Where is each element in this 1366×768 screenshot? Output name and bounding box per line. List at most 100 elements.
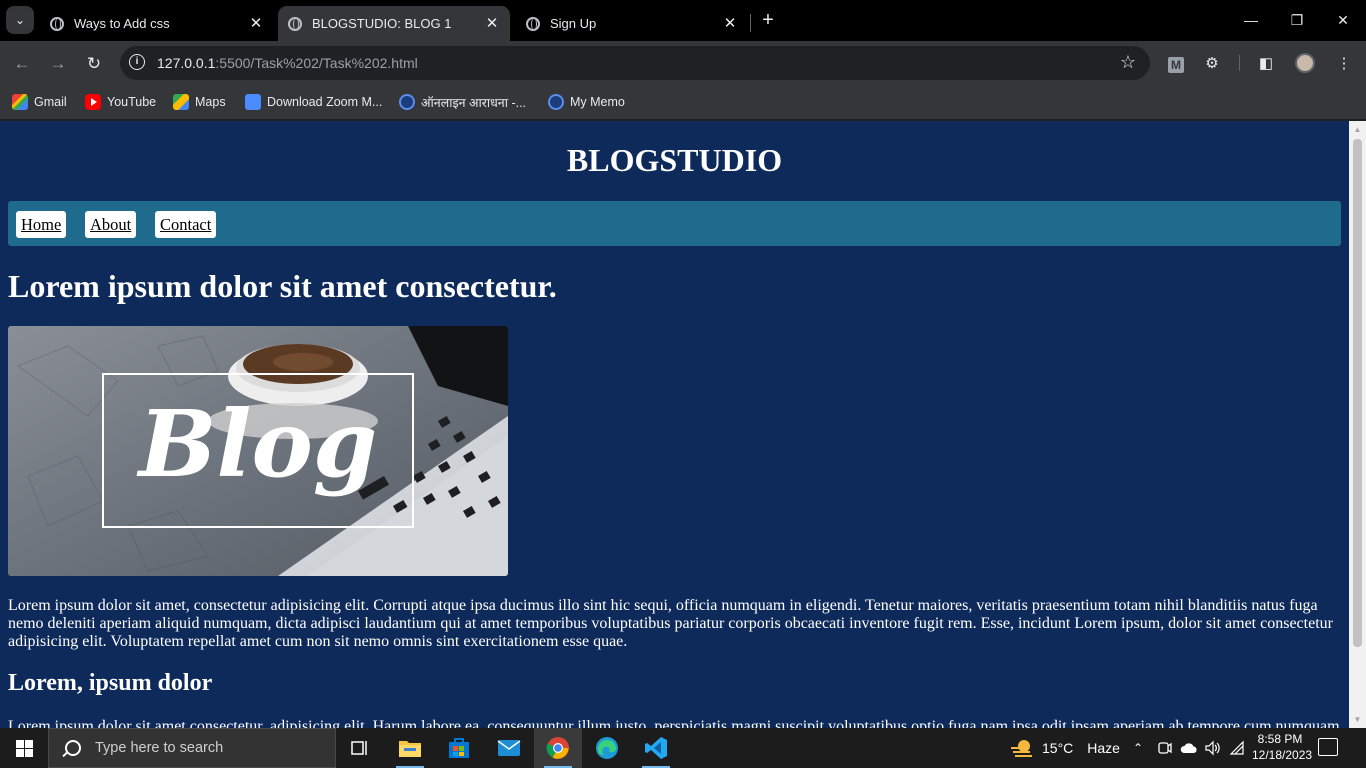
wifi-icon	[1229, 740, 1244, 755]
kebab-menu-icon: ⋮	[1336, 55, 1352, 72]
url-text[interactable]: 127.0.0.1:5500/Task%202/Task%202.html	[157, 55, 418, 71]
extensions-button[interactable]: ⚙	[1200, 51, 1224, 75]
onedrive-button[interactable]	[1180, 728, 1198, 768]
bookmark-label: Maps	[195, 95, 226, 109]
zoom-icon	[245, 94, 261, 110]
tab-ways-to-add-css[interactable]: Ways to Add css ✕	[40, 6, 274, 41]
file-explorer-app[interactable]	[386, 728, 434, 768]
scroll-up-icon[interactable]: ▲	[1349, 121, 1366, 138]
extension-m-button[interactable]: M	[1164, 51, 1188, 75]
scroll-thumb[interactable]	[1353, 139, 1362, 647]
close-tab-icon[interactable]: ✕	[722, 15, 738, 32]
back-button[interactable]: ←	[8, 50, 36, 78]
weather-condition: Haze	[1087, 740, 1120, 756]
bookmark-my-memo[interactable]: My Memo	[548, 92, 625, 112]
weather-widget[interactable]: 15°C Haze	[1010, 728, 1120, 768]
forward-button[interactable]: →	[44, 50, 72, 78]
post-paragraph-1: Lorem ipsum dolor sit amet, consectetur …	[8, 597, 1333, 650]
gmail-icon	[12, 94, 28, 110]
bookmark-gmail[interactable]: Gmail	[12, 92, 67, 112]
folder-icon	[399, 741, 421, 757]
task-view-button[interactable]	[336, 728, 384, 768]
page-viewport: BLOGSTUDIO Home About Contact Lorem ipsu…	[0, 121, 1349, 728]
site-nav: Home About Contact	[8, 201, 1341, 246]
nav-contact-link[interactable]: Contact	[155, 211, 217, 238]
haze-weather-icon	[1011, 740, 1032, 757]
page-scrollbar[interactable]: ▲ ▼	[1349, 121, 1366, 728]
bookmark-label: Download Zoom M...	[267, 95, 383, 109]
notification-icon[interactable]	[1318, 738, 1338, 756]
windows-taskbar: Type here to search 15°C Haze ⌃ 8:58 PM	[0, 728, 1366, 768]
restore-button[interactable]: ❐	[1274, 0, 1320, 40]
chevron-down-icon: ⌄	[14, 13, 26, 27]
globe-icon	[399, 94, 415, 110]
tab-title: Ways to Add css	[74, 16, 170, 31]
new-tab-button[interactable]: +	[758, 10, 778, 30]
search-placeholder: Type here to search	[95, 740, 224, 756]
taskbar-search[interactable]: Type here to search	[48, 728, 336, 768]
menu-button[interactable]: ⋮	[1332, 51, 1356, 75]
arrow-right-icon: →	[49, 54, 67, 73]
arrow-left-icon: ←	[13, 54, 31, 73]
chrome-app[interactable]	[534, 728, 582, 768]
tab-title: Sign Up	[550, 16, 597, 31]
post-subheading: Lorem, ipsum dolor	[8, 670, 213, 696]
reload-button[interactable]: ↻	[80, 50, 108, 78]
address-bar[interactable]: i 127.0.0.1:5500/Task%202/Task%202.html …	[120, 46, 1150, 80]
tab-sign-up[interactable]: Sign Up ✕	[516, 6, 748, 41]
chevron-up-icon: ⌃	[1133, 741, 1144, 755]
edge-app[interactable]	[583, 728, 631, 768]
bookmarks-bar: Gmail YouTube Maps Download Zoom M... ऑन…	[0, 85, 1366, 120]
side-panel-icon: ◧	[1258, 55, 1274, 72]
start-button[interactable]	[0, 728, 48, 768]
task-view-icon	[351, 741, 367, 755]
volume-button[interactable]	[1204, 728, 1220, 768]
cloud-icon	[1180, 743, 1197, 753]
nav-home-link[interactable]: Home	[16, 211, 67, 238]
bookmark-label: YouTube	[107, 95, 157, 109]
globe-icon	[548, 94, 564, 110]
bookmark-zoom[interactable]: Download Zoom M...	[245, 92, 382, 112]
bookmark-label: My Memo	[570, 95, 625, 109]
bookmark-aradhana[interactable]: ऑनलाइन आराधना -...	[399, 92, 526, 112]
extension-m-icon: M	[1168, 57, 1184, 73]
mail-icon	[497, 740, 521, 756]
bookmark-label: Gmail	[34, 95, 67, 109]
meet-now-button[interactable]	[1157, 728, 1173, 768]
store-app[interactable]	[435, 728, 483, 768]
reload-icon: ↻	[86, 54, 102, 73]
url-path: :5500/Task%202/Task%202.html	[215, 55, 418, 71]
globe-icon	[50, 16, 64, 31]
close-tab-icon[interactable]: ✕	[248, 15, 264, 32]
bookmark-youtube[interactable]: YouTube	[85, 92, 156, 112]
close-window-button[interactable]: ✕	[1320, 0, 1366, 40]
vscode-app[interactable]	[632, 728, 680, 768]
bookmark-star-icon[interactable]: ☆	[1120, 52, 1136, 73]
mail-app[interactable]	[485, 728, 533, 768]
profile-avatar[interactable]	[1295, 53, 1315, 73]
tab-search-button[interactable]: ⌄	[6, 6, 34, 34]
nav-about-link[interactable]: About	[85, 211, 137, 238]
post-title: Lorem ipsum dolor sit amet consectetur.	[8, 268, 557, 304]
maps-icon	[173, 94, 189, 110]
tab-blogstudio[interactable]: BLOGSTUDIO: BLOG 1 ✕	[278, 6, 510, 41]
edge-icon	[596, 737, 618, 759]
speaker-icon	[1205, 740, 1220, 756]
show-hidden-icons-button[interactable]: ⌃	[1133, 728, 1143, 768]
tab-strip: ⌄ Ways to Add css ✕ BLOGSTUDIO: BLOG 1 ✕…	[0, 0, 1366, 41]
bookmark-maps[interactable]: Maps	[173, 92, 226, 112]
puzzle-icon: ⚙	[1205, 55, 1219, 72]
windows-logo-icon	[15, 739, 33, 757]
minimize-button[interactable]: —	[1228, 0, 1274, 40]
side-panel-button[interactable]: ◧	[1254, 51, 1278, 75]
bookmark-label: ऑनलाइन आराधना -...	[421, 95, 527, 110]
system-clock[interactable]: 8:58 PM 12/18/2023	[1252, 731, 1313, 763]
network-button[interactable]	[1229, 728, 1245, 768]
clock-date: 12/18/2023	[1252, 748, 1313, 762]
close-tab-icon[interactable]: ✕	[484, 15, 500, 32]
blog-hero-illustration: Blog	[8, 326, 508, 576]
hero-image: Blog	[8, 326, 508, 576]
site-info-icon[interactable]: i	[129, 54, 145, 70]
search-icon	[65, 740, 81, 756]
scroll-down-icon[interactable]: ▼	[1349, 711, 1366, 728]
